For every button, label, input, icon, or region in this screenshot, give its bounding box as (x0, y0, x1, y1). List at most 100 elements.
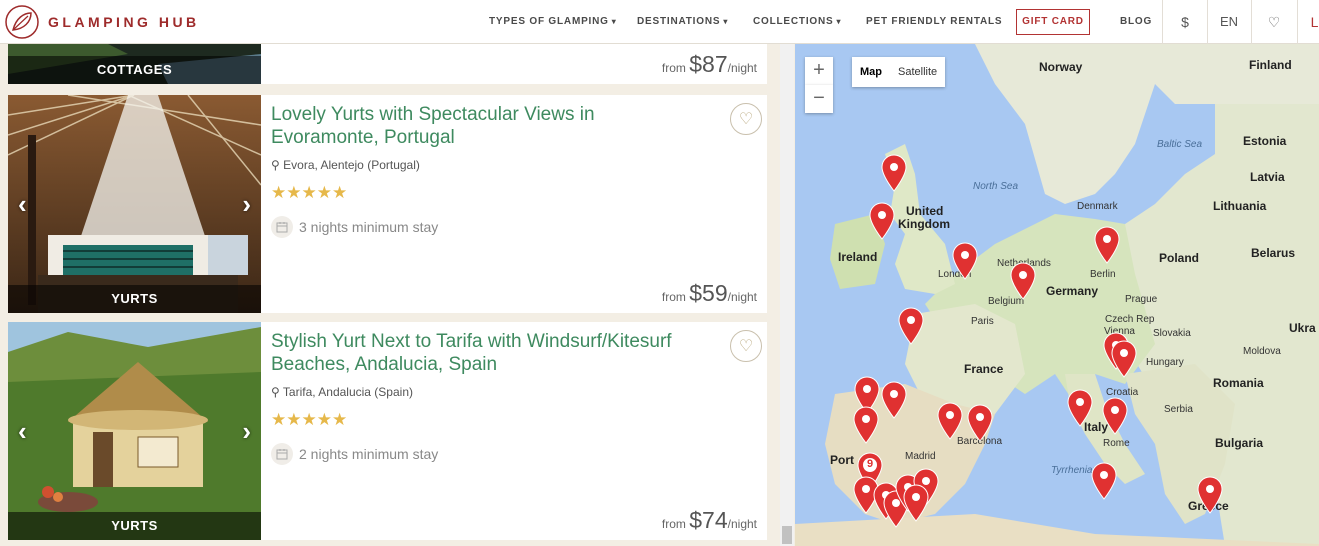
map-label: Norway (1039, 60, 1083, 74)
map-label: United (906, 204, 944, 218)
listing-type-label: YURTS (8, 512, 261, 540)
scrollbar-thumb[interactable] (782, 526, 792, 544)
map-pin-icon[interactable] (937, 402, 963, 440)
price-from: from (661, 517, 686, 531)
listing-type-label: YURTS (8, 285, 261, 313)
map-label: France (964, 362, 1004, 376)
map-pin-icon[interactable] (881, 154, 907, 192)
gift-card-button[interactable]: GIFT CARD (1016, 9, 1090, 35)
nav-label: PET FRIENDLY RENTALS (866, 16, 1003, 27)
caret-down-icon: ▾ (836, 17, 842, 26)
map-label: Serbia (1164, 404, 1193, 415)
map-label: Ireland (838, 250, 878, 264)
nav-label: COLLECTIONS (753, 16, 834, 27)
zoom-out-button[interactable]: − (805, 85, 833, 113)
map-pin-icon[interactable] (1111, 340, 1137, 378)
calendar-icon (271, 443, 293, 465)
nav-pet-friendly-rentals[interactable]: PET FRIENDLY RENTALS (866, 0, 1002, 44)
currency-selector[interactable]: $ (1163, 0, 1207, 44)
map-pin-icon[interactable] (853, 406, 879, 444)
map-label: Bulgaria (1215, 436, 1264, 450)
map-pin-icon[interactable] (1197, 476, 1223, 514)
map-pin-icon[interactable] (967, 404, 993, 442)
prev-image-chevron-icon[interactable]: ‹ (18, 190, 27, 218)
nav-collections[interactable]: COLLECTIONS ▾ (753, 0, 841, 44)
map-label: Lithuania (1213, 199, 1267, 213)
nav-blog[interactable]: BLOG (1120, 0, 1152, 44)
logo[interactable]: GLAMPING HUB (4, 4, 200, 40)
minimum-stay-text: 3 nights minimum stay (299, 219, 439, 235)
favorites-heart-icon[interactable]: ♡ (1252, 0, 1296, 44)
star-rating: ★★★★★ (271, 183, 348, 202)
price-amount: $59 (689, 280, 728, 306)
map-label: Czech Rep (1105, 314, 1155, 325)
map-pin-icon[interactable] (869, 202, 895, 240)
map-label: Latvia (1250, 170, 1285, 184)
map-type-satellite[interactable]: Satellite (890, 57, 945, 87)
map-pin-icon[interactable] (1094, 226, 1120, 264)
price-amount: $87 (689, 51, 728, 77)
map-marker-icon: ⚲ (271, 158, 280, 172)
logo-text: GLAMPING HUB (48, 14, 200, 30)
map-label: Prague (1125, 294, 1158, 305)
map-label: Estonia (1243, 134, 1287, 148)
minimum-stay: 2 nights minimum stay (271, 443, 438, 465)
listing-title[interactable]: Lovely Yurts with Spectacular Views in E… (271, 103, 691, 149)
prev-image-chevron-icon[interactable]: ‹ (18, 417, 27, 445)
map-label: Berlin (1090, 269, 1116, 280)
listing-price: from $59/night (662, 280, 757, 307)
price-per: /night (727, 517, 757, 531)
map-label: Denmark (1077, 201, 1118, 212)
next-image-chevron-icon[interactable]: › (242, 417, 251, 445)
listing-card[interactable]: COTTAGES from $87/night (8, 44, 767, 84)
map-label: Slovakia (1153, 328, 1191, 339)
listing-price: from $87/night (662, 51, 757, 78)
map-label: Port (830, 453, 854, 467)
cluster-count: 9 (866, 458, 874, 470)
map-pin-icon[interactable] (881, 381, 907, 419)
logo-leaf-icon (5, 5, 39, 39)
listing-title[interactable]: Stylish Yurt Next to Tarifa with Windsur… (271, 330, 691, 376)
map-pin-icon[interactable] (903, 484, 929, 522)
price-from: from (661, 290, 686, 304)
map-label: Madrid (905, 451, 936, 462)
map-marker-icon: ⚲ (271, 385, 280, 399)
listing-scrollbar[interactable] (780, 44, 794, 546)
map-pin-icon[interactable] (1010, 262, 1036, 300)
divider (1297, 0, 1298, 44)
map-pin-icon[interactable] (952, 242, 978, 280)
favorite-heart-icon[interactable]: ♡ (730, 330, 762, 362)
listing-price: from $74/night (662, 507, 757, 534)
listing-image[interactable]: COTTAGES (8, 44, 261, 84)
listing-location: ⚲ Evora, Alentejo (Portugal) (271, 158, 420, 172)
nav-destinations[interactable]: DESTINATIONS ▾ (637, 0, 728, 44)
language-selector[interactable]: EN (1208, 0, 1250, 44)
listing-image[interactable]: ‹ › YURTS (8, 95, 261, 313)
yurt-interior-photo (8, 95, 261, 313)
map-type-map[interactable]: Map (852, 57, 890, 87)
map-label: Germany (1046, 284, 1099, 298)
map-pin-icon[interactable] (1091, 462, 1117, 500)
next-image-chevron-icon[interactable]: › (242, 190, 251, 218)
map-label: Paris (971, 316, 994, 327)
listing-card[interactable]: ‹ › YURTS Lovely Yurts with Spectacular … (8, 95, 767, 313)
map-label: Belarus (1251, 246, 1296, 260)
results-map[interactable]: + − Map Satellite Norway Finland Estonia… (795, 44, 1319, 546)
map-label: Rome (1103, 438, 1130, 449)
map-pin-icon[interactable] (898, 307, 924, 345)
listing-image[interactable]: ‹ › YURTS (8, 322, 261, 540)
listing-type-label: COTTAGES (8, 56, 261, 84)
price-per: /night (727, 290, 757, 304)
map-pin-icon[interactable] (1102, 397, 1128, 435)
user-menu-partial[interactable]: L (1310, 0, 1319, 44)
map-label: Kingdom (898, 217, 950, 231)
favorite-heart-icon[interactable]: ♡ (730, 103, 762, 135)
map-label: North Sea (973, 181, 1019, 192)
nav-types-of-glamping[interactable]: TYPES OF GLAMPING ▾ (489, 0, 617, 44)
listing-card[interactable]: ‹ › YURTS Stylish Yurt Next to Tarifa wi… (8, 322, 767, 540)
minimum-stay-text: 2 nights minimum stay (299, 446, 439, 462)
zoom-in-button[interactable]: + (805, 57, 833, 85)
map-pin-icon[interactable] (1067, 389, 1093, 427)
caret-down-icon: ▾ (723, 17, 729, 26)
map-type-toggle: Map Satellite (852, 57, 946, 87)
